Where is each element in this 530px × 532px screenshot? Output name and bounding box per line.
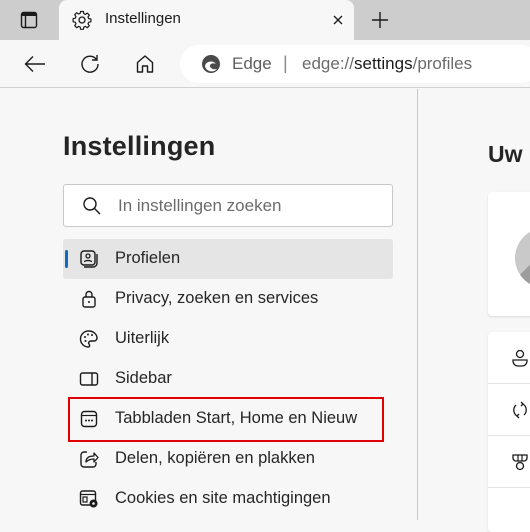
refresh-icon (81, 55, 99, 73)
sidebar-item-cookies[interactable]: Cookies en site machtigingen (63, 479, 393, 519)
new-tab-page-icon (80, 410, 98, 428)
url-text[interactable]: edge://settings/profiles (302, 54, 472, 74)
arrow-left-icon (24, 56, 45, 72)
tab-strip: Instellingen (0, 0, 530, 40)
settings-search-input[interactable] (118, 194, 383, 218)
sidebar-item-label: Delen, kopiëren en plakken (115, 449, 315, 467)
back-button[interactable] (23, 52, 47, 76)
lock-icon (82, 290, 96, 308)
palette-icon (79, 330, 98, 348)
gear-icon (72, 10, 92, 30)
profile-icon (80, 250, 98, 268)
close-icon (333, 15, 343, 25)
settings-search-box[interactable] (63, 184, 393, 227)
browser-toolbar: Edge | edge://settings/profiles (0, 40, 530, 88)
home-icon (136, 55, 154, 73)
sidebar-item-label: Profielen (115, 249, 181, 267)
share-icon (80, 451, 99, 468)
profile-card (488, 192, 530, 316)
settings-title: Instellingen (63, 131, 216, 161)
url-prefix: edge:// (302, 54, 354, 73)
sidebar-icon (79, 372, 99, 386)
sidebar-item-new-tab-page[interactable]: Tabbladen Start, Home en Nieuw (63, 399, 393, 439)
sidebar-item-profiles[interactable]: Profielen (63, 239, 393, 279)
sidebar-item-appearance[interactable]: Uiterlijk (63, 319, 393, 359)
settings-sidebar: Instellingen Profielen Privacy, zoeken e… (0, 89, 418, 520)
tab-actions-icon (20, 11, 38, 29)
home-button[interactable] (133, 52, 157, 76)
sidebar-item-share-copy-paste[interactable]: Delen, kopiëren en plakken (63, 439, 393, 479)
plus-icon (372, 12, 388, 28)
new-tab-button[interactable] (368, 8, 392, 32)
profile-options-card (488, 332, 530, 532)
person-icon (512, 349, 528, 367)
tab-settings[interactable]: Instellingen (59, 0, 354, 40)
address-bar[interactable]: Edge | edge://settings/profiles (180, 45, 530, 83)
profile-option-row[interactable] (488, 384, 530, 436)
close-tab-button[interactable] (328, 10, 348, 30)
rewards-icon (512, 454, 528, 471)
page-heading: Uw (488, 141, 523, 167)
profile-option-row[interactable] (488, 436, 530, 488)
edge-logo-icon (202, 55, 220, 73)
profile-option-row[interactable] (488, 332, 530, 384)
sidebar-item-label: Tabbladen Start, Home en Nieuw (115, 409, 358, 427)
url-host: settings (354, 54, 413, 73)
sync-icon (513, 401, 527, 419)
url-path: /profiles (412, 54, 473, 73)
sidebar-item-label: Sidebar (115, 369, 172, 387)
sidebar-item-label: Privacy, zoeken en services (115, 289, 319, 307)
sidebar-item-privacy[interactable]: Privacy, zoeken en services (63, 279, 393, 319)
address-separator: | (283, 53, 288, 73)
cookies-site-permissions-icon (79, 490, 98, 508)
refresh-button[interactable] (78, 52, 102, 76)
sidebar-item-label: Cookies en site machtigingen (115, 489, 331, 507)
tab-title: Instellingen (105, 10, 181, 27)
sidebar-item-label: Uiterlijk (115, 329, 170, 347)
sidebar-item-sidebar[interactable]: Sidebar (63, 359, 393, 399)
site-identity-label: Edge (232, 54, 272, 73)
main-content: Uw (419, 89, 530, 532)
settings-nav-list: Profielen Privacy, zoeken en services Ui… (63, 239, 393, 519)
avatar[interactable] (515, 228, 530, 288)
search-icon (83, 197, 101, 215)
tab-actions-menu-button[interactable] (18, 9, 40, 31)
